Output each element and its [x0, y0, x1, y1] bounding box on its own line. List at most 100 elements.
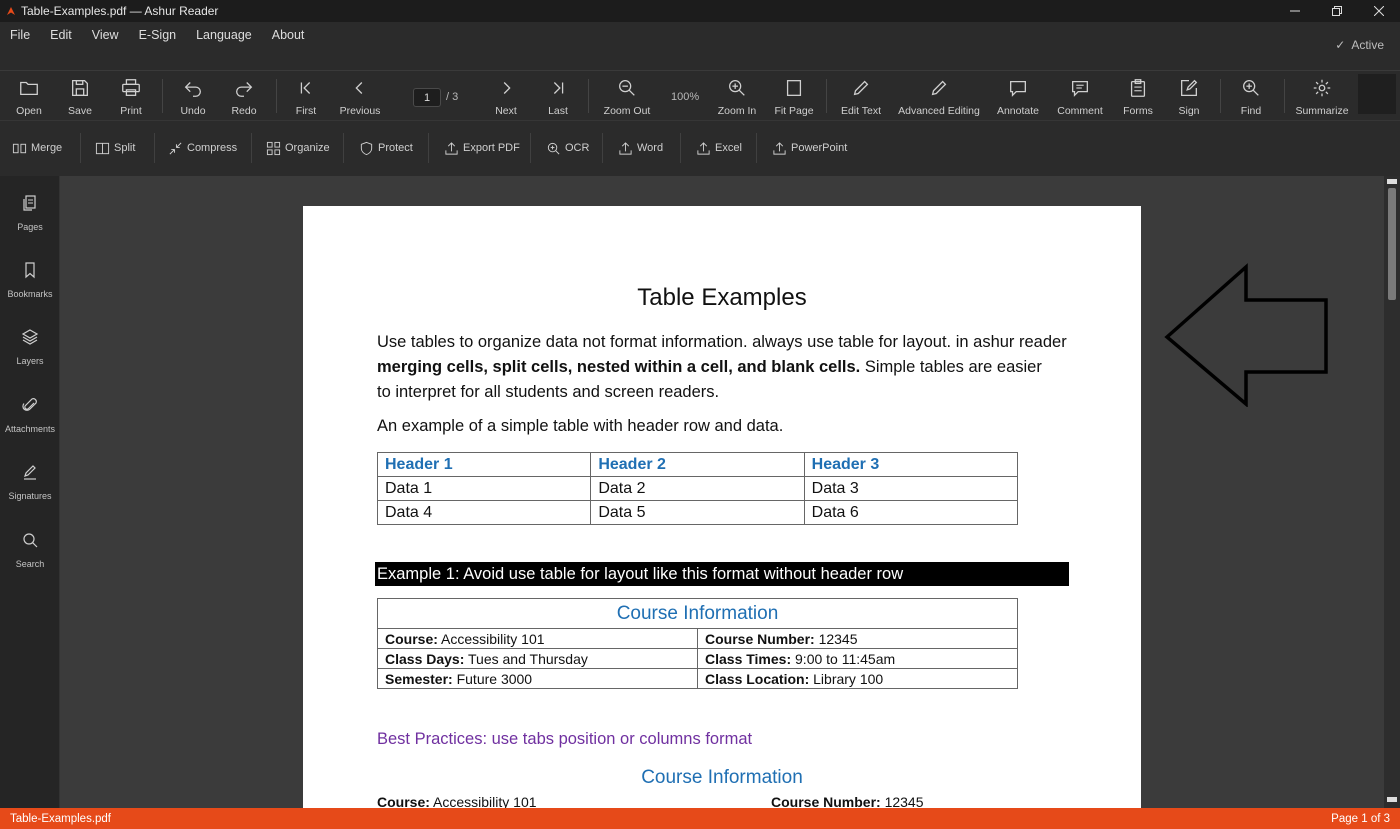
upload-icon: [445, 141, 458, 155]
menu-edit[interactable]: Edit: [44, 28, 78, 42]
next-page-button[interactable]: Next: [494, 77, 518, 117]
upload-icon: [697, 141, 710, 155]
scroll-up-arrow-icon[interactable]: [1387, 179, 1397, 184]
sign-button[interactable]: Sign: [1176, 77, 1202, 117]
printer-icon: [122, 79, 140, 96]
pdf-page[interactable]: Table Examples Use tables to organize da…: [303, 206, 1141, 808]
save-button[interactable]: Save: [66, 77, 94, 117]
zoom-level[interactable]: 100%: [671, 91, 699, 103]
redo-button[interactable]: Redo: [229, 77, 259, 117]
split-button[interactable]: Split: [95, 139, 135, 157]
summarize-button[interactable]: Summarize: [1295, 77, 1349, 117]
menu-about[interactable]: About: [266, 28, 311, 42]
powerpoint-export-button[interactable]: PowerPoint: [772, 139, 847, 157]
table-row: Data 1 Data 2 Data 3: [376, 476, 1019, 501]
first-page-button[interactable]: First: [294, 77, 318, 117]
sign-edit-icon: [1181, 79, 1198, 96]
sidebar-item-attachments[interactable]: Attachments: [0, 396, 60, 434]
print-button[interactable]: Print: [118, 77, 144, 117]
menu-file[interactable]: File: [4, 28, 36, 42]
status-filename: Table-Examples.pdf: [10, 812, 111, 825]
document-viewport[interactable]: Table Examples Use tables to organize da…: [60, 176, 1384, 808]
example-heading-bar: Example 1: Avoid use table for layout li…: [375, 562, 1069, 586]
course-info-table: Course Information Course: Accessibility…: [377, 598, 1018, 689]
app-logo-icon: [4, 4, 18, 18]
comment-button[interactable]: Comment: [1057, 77, 1103, 117]
excel-export-button[interactable]: Excel: [696, 139, 742, 157]
ocr-search-icon: [547, 142, 560, 154]
find-button[interactable]: Find: [1238, 77, 1264, 117]
pen-icon: [24, 465, 36, 480]
table-cell: Course: Accessibility 101: [377, 628, 698, 649]
chevron-left-icon: [355, 82, 363, 94]
advanced-editing-button[interactable]: Advanced Editing: [898, 77, 980, 117]
previous-page-button[interactable]: Previous: [340, 77, 380, 117]
search-icon: [23, 533, 38, 548]
organize-button[interactable]: Organize: [266, 139, 330, 157]
vertical-scrollbar[interactable]: [1384, 176, 1400, 808]
redo-icon: [236, 82, 253, 97]
layers-icon: [21, 329, 39, 345]
sidebar-item-pages[interactable]: Pages: [0, 194, 60, 232]
window-title: Table-Examples.pdf — Ashur Reader: [21, 4, 219, 18]
annotate-button[interactable]: Annotate: [996, 77, 1040, 117]
toolbar-panel-slot[interactable]: [1358, 74, 1396, 114]
export-pdf-button[interactable]: Export PDF: [444, 139, 520, 157]
compress-button[interactable]: Compress: [168, 139, 237, 157]
minimize-button[interactable]: [1274, 0, 1316, 22]
fit-page-icon: [786, 80, 802, 96]
last-page-icon: [553, 82, 564, 94]
table-cell: Semester: Future 3000: [377, 668, 698, 689]
pages-icon: [23, 195, 36, 211]
menu-esign[interactable]: E-Sign: [133, 28, 183, 42]
table-cell: Data 2: [590, 476, 805, 501]
organize-grid-icon: [266, 141, 281, 155]
edit-text-button[interactable]: Edit Text: [840, 77, 882, 117]
sparkle-icon: [1313, 79, 1331, 97]
fit-page-button[interactable]: Fit Page: [774, 77, 814, 117]
bookmark-icon: [25, 262, 35, 279]
last-page-button[interactable]: Last: [546, 77, 570, 117]
protect-button[interactable]: Protect: [359, 139, 413, 157]
sidebar-item-search[interactable]: Search: [0, 531, 60, 569]
table-cell: Class Times: 9:00 to 11:45am: [697, 648, 1018, 669]
scroll-down-arrow-icon[interactable]: [1387, 797, 1397, 802]
zoom-in-icon: [729, 80, 745, 96]
search-icon: [1243, 80, 1259, 96]
restore-button[interactable]: [1316, 0, 1358, 22]
paperclip-icon: [22, 398, 37, 411]
undo-button[interactable]: Undo: [178, 77, 208, 117]
zoom-out-button[interactable]: Zoom Out: [602, 77, 652, 117]
close-button[interactable]: [1358, 0, 1400, 22]
table-cell: Class Location: Library 100: [697, 668, 1018, 689]
merge-button[interactable]: Merge: [12, 139, 62, 157]
course-info-caption: Course Information: [377, 598, 1018, 629]
active-status-label: Active: [1351, 38, 1384, 52]
first-page-icon: [300, 82, 311, 94]
course-number-field: Course Number: 12345: [771, 794, 924, 808]
menu-view[interactable]: View: [86, 28, 125, 42]
doc-intro-paragraph: Use tables to organize data not format i…: [377, 333, 1067, 401]
word-export-button[interactable]: Word: [618, 139, 663, 157]
undo-icon: [184, 82, 201, 97]
open-button[interactable]: Open: [14, 77, 44, 117]
main-toolbar: Open Save Print Undo Redo First Previous…: [0, 70, 1400, 120]
table-row: Semester: Future 3000 Class Location: Li…: [377, 668, 1018, 689]
sidebar-item-layers[interactable]: Layers: [0, 328, 60, 366]
forms-button[interactable]: Forms: [1122, 77, 1154, 117]
split-icon: [95, 142, 110, 154]
save-icon: [72, 80, 88, 96]
sidebar-item-bookmarks[interactable]: Bookmarks: [0, 261, 60, 299]
table-caption-row: Course Information: [377, 598, 1018, 629]
zoom-in-button[interactable]: Zoom In: [716, 77, 758, 117]
clipboard-icon: [1130, 79, 1146, 97]
sidebar-item-signatures[interactable]: Signatures: [0, 463, 60, 501]
table-row: Data 4 Data 5 Data 6: [376, 500, 1019, 525]
page-number-input[interactable]: [413, 88, 441, 107]
page-total: / 3: [446, 91, 459, 103]
table-cell: Class Days: Tues and Thursday: [377, 648, 698, 669]
ocr-button[interactable]: OCR: [546, 139, 589, 157]
tools-toolbar: Merge Split Compress Organize Protect Ex…: [0, 120, 1400, 176]
menu-language[interactable]: Language: [190, 28, 258, 42]
scrollbar-thumb[interactable]: [1388, 188, 1396, 300]
